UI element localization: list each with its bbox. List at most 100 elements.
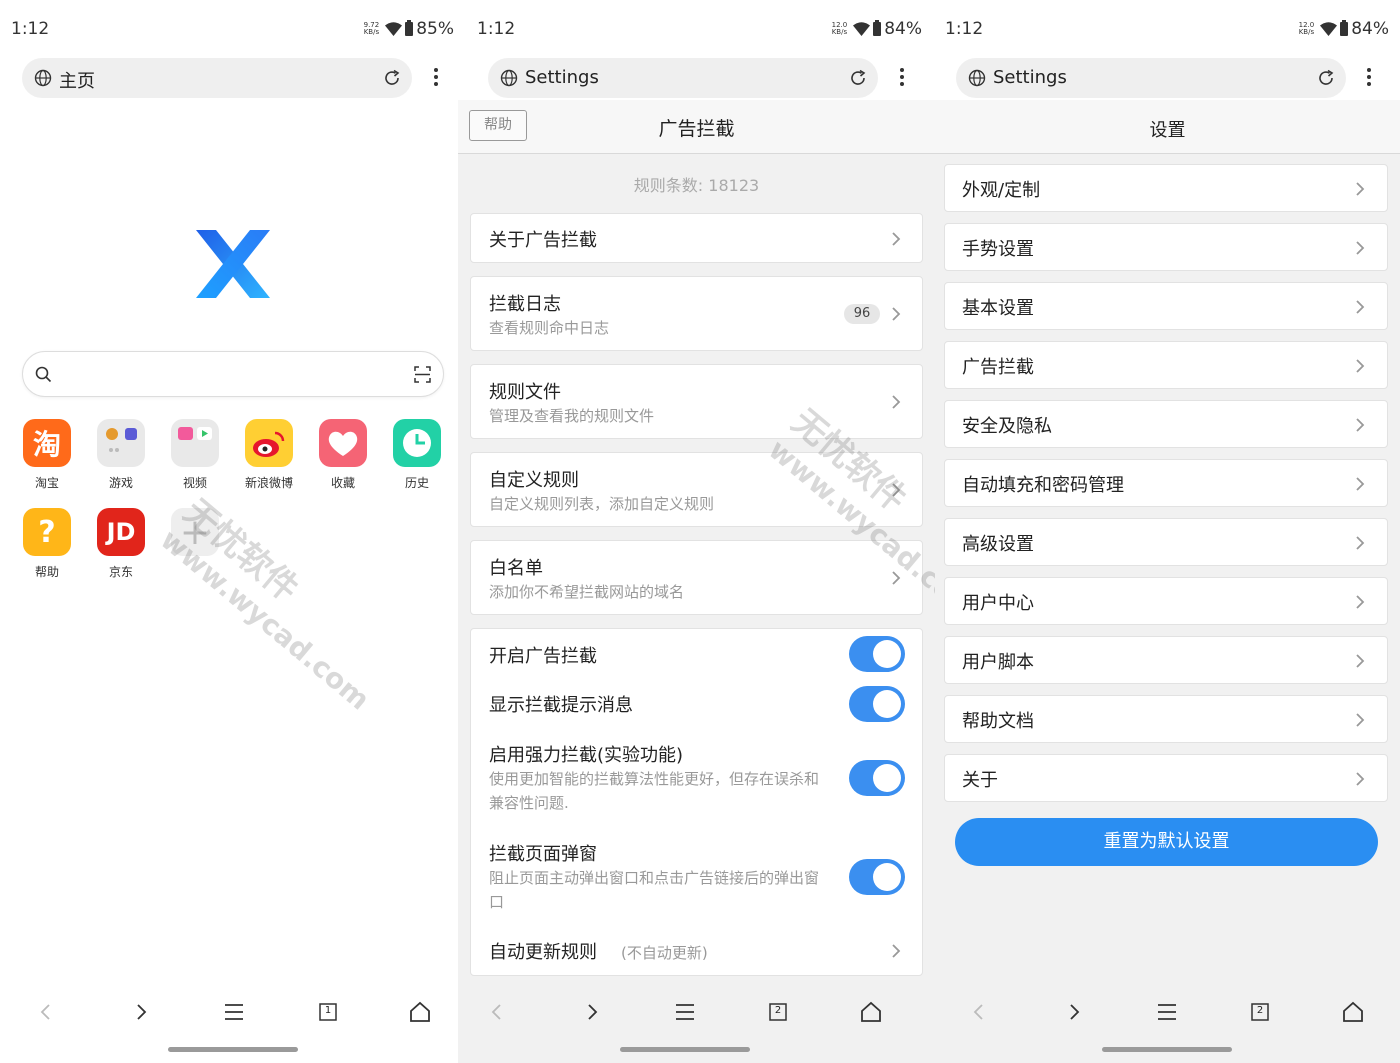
scan-icon[interactable]: [414, 366, 431, 383]
settings-item-user-scripts[interactable]: 用户脚本: [944, 636, 1388, 684]
chevron-right-icon: [1356, 536, 1365, 550]
settings-item-help-docs[interactable]: 帮助文档: [944, 695, 1388, 743]
reload-icon[interactable]: [382, 68, 402, 88]
home-icon[interactable]: [1341, 1000, 1365, 1024]
settings-item-security[interactable]: 安全及隐私: [944, 400, 1388, 448]
shortcut-games[interactable]: 游戏: [84, 419, 158, 491]
row-auto-update[interactable]: 自动更新规则 (不自动更新): [471, 929, 922, 975]
reload-icon[interactable]: [1316, 68, 1336, 88]
settings-item-user-center[interactable]: 用户中心: [944, 577, 1388, 625]
chevron-right-icon: [1356, 713, 1365, 727]
row-subtitle: 查看规则命中日志: [489, 319, 610, 337]
shortcut-video[interactable]: 视频: [158, 419, 232, 491]
home-icon[interactable]: [859, 1000, 883, 1024]
tabs-button[interactable]: 1: [316, 1000, 340, 1024]
taobao-glyph: 淘: [32, 428, 61, 461]
menu-icon[interactable]: [673, 1000, 697, 1024]
settings-item-appearance[interactable]: 外观/定制: [944, 164, 1388, 212]
help-glyph: ?: [38, 514, 56, 550]
address-label: 主页: [59, 71, 95, 92]
toggle-show-block-message[interactable]: [849, 686, 905, 722]
toggle-desc: 使用更加智能的拦截算法性能更好，但存在误杀和: [489, 770, 820, 788]
toggle-block-popups[interactable]: [849, 859, 905, 895]
home-icon[interactable]: [408, 1000, 432, 1024]
reset-defaults-button[interactable]: 重置为默认设置: [955, 818, 1378, 866]
settings-item-basic[interactable]: 基本设置: [944, 282, 1388, 330]
shortcut-label: 新浪微博: [244, 476, 293, 490]
page-header: 帮助 广告拦截: [458, 100, 935, 154]
row-title: 自动更新规则: [489, 942, 597, 963]
menu-icon[interactable]: [222, 1000, 246, 1024]
battery-level: 85%: [416, 19, 454, 39]
net-speed-unit: KB/s: [1298, 28, 1315, 36]
settings-item-label: 外观/定制: [962, 180, 1041, 201]
chevron-right-icon: [1356, 772, 1365, 786]
toggle-title: 拦截页面弹窗: [489, 844, 597, 865]
shortcut-help[interactable]: ? 帮助: [10, 508, 84, 580]
tabs-button[interactable]: 2: [766, 1000, 790, 1024]
shortcut-label: 帮助: [34, 565, 59, 579]
battery-level: 84%: [1351, 19, 1389, 39]
shortcut-jd[interactable]: JD 京东: [84, 508, 158, 580]
more-menu-icon[interactable]: [899, 66, 905, 90]
video-folder-icon: [171, 419, 219, 467]
row-about-adblock[interactable]: 关于广告拦截: [470, 213, 923, 263]
address-bar[interactable]: Settings: [488, 58, 878, 98]
settings-item-adblock[interactable]: 广告拦截: [944, 341, 1388, 389]
settings-item-about[interactable]: 关于: [944, 754, 1388, 802]
chevron-right-icon: [892, 307, 901, 321]
row-subtitle: 添加你不希望拦截网站的域名: [489, 583, 685, 601]
more-menu-icon[interactable]: [1366, 66, 1372, 90]
taobao-icon: 淘: [23, 419, 71, 467]
wifi-icon: [853, 22, 871, 36]
reload-icon[interactable]: [848, 68, 868, 88]
help-icon: ?: [23, 508, 71, 556]
jd-glyph: JD: [106, 518, 136, 546]
shortcut-label: 京东: [108, 565, 133, 579]
back-icon[interactable]: [34, 1000, 58, 1024]
shortcut-taobao[interactable]: 淘 淘宝: [10, 419, 84, 491]
row-custom-rules[interactable]: 自定义规则 自定义规则列表，添加自定义规则: [470, 452, 923, 527]
weibo-icon: [245, 419, 293, 467]
search-icon: [35, 366, 52, 383]
rule-count: 规则条数: 18123: [633, 176, 760, 195]
row-rule-files[interactable]: 规则文件 管理及查看我的规则文件: [470, 364, 923, 439]
row-title: 自定义规则: [489, 470, 579, 491]
forward-icon[interactable]: [129, 1000, 153, 1024]
forward-icon[interactable]: [1062, 1000, 1086, 1024]
tabs-button[interactable]: 2: [1248, 1000, 1272, 1024]
toggle-enable-adblock[interactable]: [849, 636, 905, 672]
more-menu-icon[interactable]: [433, 66, 439, 90]
forward-icon[interactable]: [580, 1000, 604, 1024]
status-bar: 1:12 9.72 KB/s 85%: [0, 0, 458, 58]
net-speed: 9.72 KB/s: [364, 22, 380, 36]
toggle-title: 开启广告拦截: [489, 646, 597, 667]
add-glyph: +: [179, 511, 211, 553]
shortcut-favorites[interactable]: 收藏: [306, 419, 380, 491]
search-box[interactable]: [22, 351, 444, 397]
row-block-log[interactable]: 拦截日志 查看规则命中日志 96: [470, 276, 923, 351]
status-bar: 1:12 12.0 KB/s 84%: [458, 0, 935, 58]
settings-item-advanced[interactable]: 高级设置: [944, 518, 1388, 566]
toggle-strong-block[interactable]: [849, 760, 905, 796]
chevron-right-icon: [892, 944, 901, 958]
row-title: 规则文件: [489, 382, 561, 403]
address-bar[interactable]: 主页: [22, 58, 412, 98]
page-title: 设置: [1149, 120, 1186, 141]
menu-icon[interactable]: [1155, 1000, 1179, 1024]
row-title: 拦截日志: [489, 294, 561, 315]
gesture-bar: [168, 1047, 298, 1052]
shortcut-history[interactable]: 历史: [380, 419, 454, 491]
back-icon[interactable]: [485, 1000, 509, 1024]
log-count-badge: 96: [844, 304, 880, 324]
settings-item-autofill[interactable]: 自动填充和密码管理: [944, 459, 1388, 507]
chevron-right-icon: [1356, 595, 1365, 609]
settings-item-gestures[interactable]: 手势设置: [944, 223, 1388, 271]
shortcut-label: 历史: [404, 476, 429, 490]
shortcut-add[interactable]: +: [158, 508, 232, 556]
address-bar[interactable]: Settings: [956, 58, 1346, 98]
back-icon[interactable]: [967, 1000, 991, 1024]
shortcut-weibo[interactable]: 新浪微博: [232, 419, 306, 491]
chevron-right-icon: [892, 232, 901, 246]
row-whitelist[interactable]: 白名单 添加你不希望拦截网站的域名: [470, 540, 923, 615]
